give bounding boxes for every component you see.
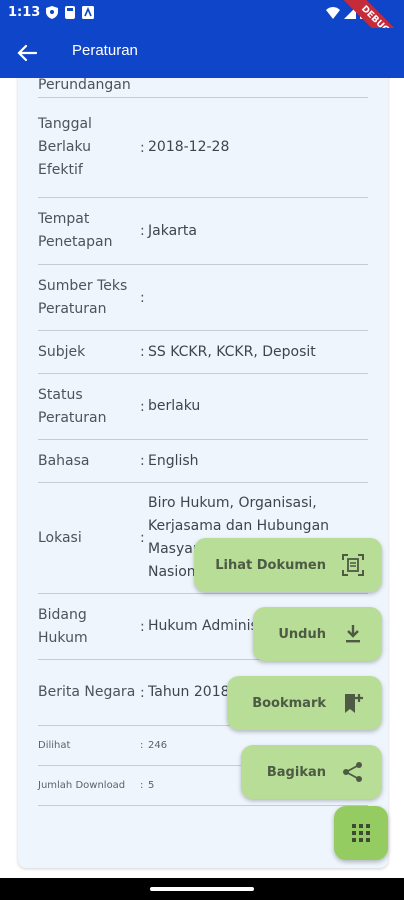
detail-row-tanggal-berlaku: Tanggal Berlaku Efektif : 2018-12-28 xyxy=(38,98,368,198)
detail-label: Subjek xyxy=(38,343,86,360)
bookmark-add-icon xyxy=(338,688,368,718)
app-bar: Peraturan xyxy=(0,28,404,78)
page-title: Peraturan xyxy=(72,42,138,59)
detail-label: Tempat Penetapan xyxy=(38,211,113,250)
bagikan-button[interactable]: Bagikan xyxy=(241,745,382,799)
detail-label: Tanggal Berlaku Efektif xyxy=(38,116,92,178)
detail-value: English xyxy=(148,452,199,469)
wifi-icon xyxy=(326,6,340,19)
detail-row-tempat-penetapan: Tempat Penetapan : Jakarta xyxy=(38,198,368,265)
unduh-button[interactable]: Unduh xyxy=(253,607,382,661)
detail-row-sumber-teks: Sumber Teks Peraturan : xyxy=(38,265,368,331)
bookmark-label: Bookmark xyxy=(252,695,326,711)
detail-label: Bidang Hukum xyxy=(38,606,88,646)
detail-label: Dilihat xyxy=(38,739,71,751)
detail-row-perundangan: Perundangan : 2018-12-28 xyxy=(38,78,368,98)
detail-label: Lokasi xyxy=(38,529,82,546)
fab-menu-toggle-button[interactable] xyxy=(334,806,388,860)
detail-value: 2018-12-28 xyxy=(148,139,230,155)
detail-value: Jakarta xyxy=(148,222,197,239)
grid-menu-icon xyxy=(352,824,370,842)
system-navigation-bar xyxy=(0,878,404,900)
detail-label: Bahasa xyxy=(38,452,90,469)
storage-icon xyxy=(65,6,75,19)
unduh-label: Unduh xyxy=(278,626,326,642)
download-icon xyxy=(338,619,368,649)
lihat-dokumen-button[interactable]: Lihat Dokumen xyxy=(194,538,382,592)
document-scanner-icon xyxy=(338,550,368,580)
app-icon xyxy=(82,6,94,19)
detail-label: Status Peraturan xyxy=(38,386,107,426)
share-icon xyxy=(338,757,368,787)
detail-colon: : xyxy=(140,289,145,306)
arrow-back-icon xyxy=(17,44,37,62)
shield-icon xyxy=(46,6,58,19)
detail-row-status: Status Peraturan : berlaku xyxy=(38,374,368,440)
detail-label: Jumlah Download xyxy=(38,779,126,791)
status-time: 1:13 xyxy=(8,5,41,20)
detail-value: berlaku xyxy=(148,398,201,414)
detail-label: Perundangan xyxy=(38,78,131,93)
detail-value: SS KCKR, KCKR, Deposit xyxy=(148,343,316,360)
detail-label: Berita Negara xyxy=(38,684,136,700)
notification-icons xyxy=(46,6,94,19)
detail-label: Sumber Teks Peraturan xyxy=(38,277,128,317)
status-bar: 1:13 DEBUG xyxy=(0,0,404,65)
home-gesture-handle[interactable] xyxy=(150,887,254,891)
bagikan-label: Bagikan xyxy=(266,764,326,780)
back-button[interactable] xyxy=(14,40,40,66)
lihat-dokumen-label: Lihat Dokumen xyxy=(215,557,326,573)
bookmark-button[interactable]: Bookmark xyxy=(227,676,382,730)
detail-row-bahasa: Bahasa : English xyxy=(38,440,368,483)
detail-row-subjek: Subjek : SS KCKR, KCKR, Deposit xyxy=(38,331,368,374)
